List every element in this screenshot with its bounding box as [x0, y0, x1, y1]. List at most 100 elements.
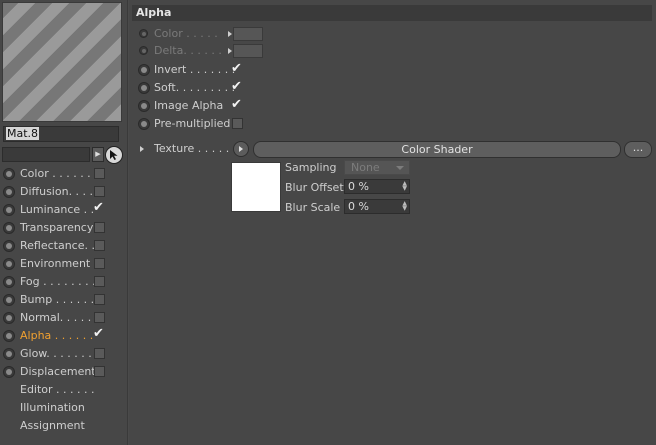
soft-animate-radio[interactable] [138, 82, 150, 94]
channel-item[interactable]: Diffusion. . . . [0, 183, 126, 201]
channel-item[interactable]: Displacement [0, 363, 126, 381]
spinner-arrows-icon[interactable]: ▲ ▼ [402, 181, 407, 192]
channel-radio[interactable] [3, 366, 15, 378]
premultiplied-label: Pre-multiplied [154, 117, 231, 130]
channel-radio[interactable] [3, 276, 15, 288]
channel-radio[interactable] [3, 168, 15, 180]
color-animate-radio[interactable] [139, 29, 148, 38]
color-row: Color . . . . . [135, 25, 655, 43]
channel-item[interactable]: Editor . . . . . . [0, 381, 126, 399]
delta-swatch[interactable] [233, 44, 263, 58]
delta-expand-icon[interactable] [228, 48, 232, 54]
texture-more-button[interactable]: ... [624, 141, 652, 158]
channel-item[interactable]: Bump . . . . . . [0, 291, 126, 309]
channel-radio[interactable] [3, 240, 15, 252]
material-name-text: Mat.8 [6, 127, 40, 140]
channel-label: Luminance . . [20, 203, 95, 216]
texture-label: Texture . . . . . . [154, 142, 237, 155]
channel-label: Editor . . . . . . [20, 383, 95, 396]
channel-item[interactable]: Environment [0, 255, 126, 273]
sampling-value: None [351, 161, 380, 174]
image-alpha-checkbox[interactable]: ✔ [231, 98, 242, 112]
cursor-pick-icon[interactable] [105, 146, 123, 164]
color-shader-button[interactable]: Color Shader [253, 141, 621, 158]
premultiplied-animate-radio[interactable] [138, 118, 150, 130]
channel-item[interactable]: Alpha . . . . . . ✔ [0, 327, 126, 345]
soft-checkbox[interactable]: ✔ [231, 80, 242, 94]
material-preview[interactable] [2, 2, 122, 122]
premultiplied-checkbox[interactable] [232, 118, 243, 129]
browse-field[interactable] [2, 147, 90, 162]
channel-radio[interactable] [3, 222, 15, 234]
premultiplied-row: Pre-multiplied [135, 115, 655, 133]
channel-item[interactable]: Luminance . . ✔ [0, 201, 126, 219]
sampling-dropdown[interactable]: None [344, 160, 410, 175]
blur-offset-label: Blur Offset [285, 181, 344, 194]
channel-item[interactable]: Normal. . . . . [0, 309, 126, 327]
delta-animate-radio[interactable] [139, 46, 148, 55]
channel-label: Environment [20, 257, 91, 270]
channel-checkbox[interactable] [94, 348, 105, 359]
channel-checkbox[interactable]: ✔ [93, 201, 104, 214]
channel-label: Displacement [20, 365, 96, 378]
channel-radio[interactable] [3, 294, 15, 306]
texture-menu-button[interactable] [233, 141, 249, 157]
channel-item[interactable]: Fog . . . . . . . . [0, 273, 126, 291]
channel-radio[interactable] [3, 186, 15, 198]
channel-item[interactable]: Assignment [0, 417, 126, 435]
blur-scale-label: Blur Scale [285, 201, 341, 214]
channel-label: Bump . . . . . . [20, 293, 95, 306]
invert-row: Invert . . . . . . . ✔ [135, 61, 655, 79]
channel-item[interactable]: Transparency [0, 219, 126, 237]
channel-radio[interactable] [3, 258, 15, 270]
texture-preview[interactable] [231, 162, 281, 212]
soft-label: Soft. . . . . . . . . [154, 81, 236, 94]
material-sidebar: Mat.8 ▶ Color . . . . . . . Diffusion. . … [0, 0, 128, 445]
channel-checkbox[interactable] [94, 312, 105, 323]
channel-label: Reflectance. . [20, 239, 95, 252]
image-alpha-label: Image Alpha [154, 99, 224, 112]
panel-title: Alpha [132, 5, 652, 21]
invert-animate-radio[interactable] [138, 64, 150, 76]
channel-label: Illumination [20, 401, 85, 414]
channel-checkbox[interactable] [94, 186, 105, 197]
channel-checkbox[interactable] [94, 258, 105, 269]
image-alpha-animate-radio[interactable] [138, 100, 150, 112]
channel-checkbox[interactable] [94, 240, 105, 251]
blur-scale-field[interactable]: 0 % ▲ ▼ [344, 199, 410, 214]
invert-checkbox[interactable]: ✔ [231, 62, 242, 76]
delta-row: Delta. . . . . . [135, 42, 655, 60]
material-name-field[interactable]: Mat.8 [3, 126, 119, 142]
channel-label: Fog . . . . . . . . [20, 275, 96, 288]
channel-checkbox[interactable]: ✔ [93, 327, 104, 340]
color-label: Color . . . . . [154, 27, 218, 40]
channel-checkbox[interactable] [94, 168, 105, 179]
browse-row: ▶ [2, 146, 126, 164]
channel-checkbox[interactable] [94, 276, 105, 287]
color-swatch[interactable] [233, 27, 263, 41]
channel-item[interactable]: Reflectance. . [0, 237, 126, 255]
triangle-right-icon[interactable]: ▶ [92, 147, 104, 162]
blur-scale-value: 0 % [348, 200, 369, 213]
channel-checkbox[interactable] [94, 294, 105, 305]
texture-expand-icon[interactable] [140, 146, 144, 152]
channel-radio[interactable] [3, 312, 15, 324]
image-alpha-row: Image Alpha ✔ [135, 97, 655, 115]
channel-checkbox[interactable] [94, 222, 105, 233]
channel-checkbox[interactable] [94, 366, 105, 377]
channel-label: Diffusion. . . . [20, 185, 94, 198]
channel-label: Transparency [20, 221, 94, 234]
channel-radio[interactable] [3, 204, 15, 216]
channel-label: Color . . . . . . . [20, 167, 98, 180]
channel-item[interactable]: Color . . . . . . . [0, 165, 126, 183]
delta-label: Delta. . . . . . [154, 44, 222, 57]
channel-item[interactable]: Glow. . . . . . . [0, 345, 126, 363]
blur-offset-field[interactable]: 0 % ▲ ▼ [344, 179, 410, 194]
channel-radio[interactable] [3, 348, 15, 360]
color-expand-icon[interactable] [228, 31, 232, 37]
spinner-arrows-icon[interactable]: ▲ ▼ [402, 201, 407, 212]
channel-radio[interactable] [3, 330, 15, 342]
channel-label: Normal. . . . . [20, 311, 92, 324]
channel-item[interactable]: Illumination [0, 399, 126, 417]
channel-label: Glow. . . . . . . [20, 347, 92, 360]
